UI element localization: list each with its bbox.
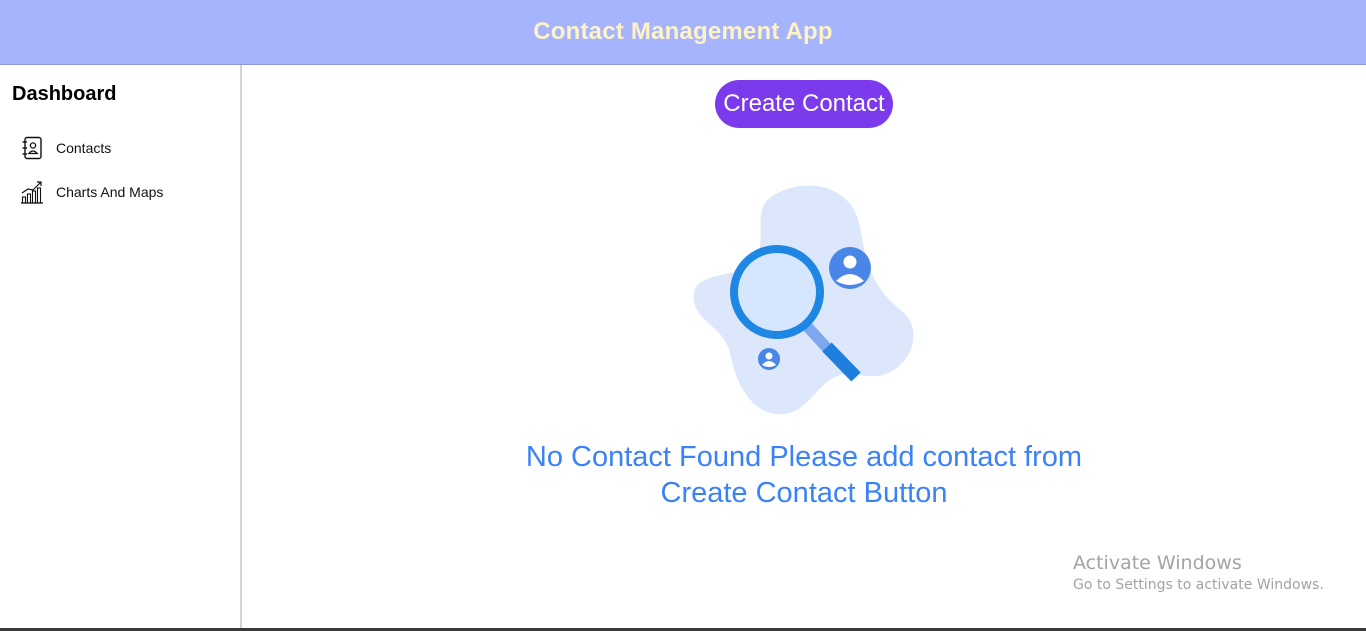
sidebar-item-label: Contacts — [56, 140, 112, 156]
main-content: Create Contact No Contact Found Please a… — [242, 65, 1366, 631]
create-contact-button[interactable]: Create Contact — [715, 80, 893, 128]
bar-chart-trend-icon — [20, 180, 44, 204]
sidebar-title: Dashboard — [12, 83, 117, 105]
sidebar-item-contacts[interactable]: Contacts — [20, 135, 111, 161]
empty-message-line1: No Contact Found Please add contact from — [525, 441, 1083, 473]
watermark-subtitle: Go to Settings to activate Windows. — [1073, 577, 1324, 593]
sidebar-item-label: Charts And Maps — [56, 184, 164, 200]
empty-message-line2: Create Contact Button — [660, 477, 948, 509]
sidebar: Dashboard Contacts Charts And Maps — [0, 65, 242, 631]
watermark-title: Activate Windows — [1073, 552, 1242, 574]
activate-windows-watermark: Activate Windows Go to Settings to activ… — [1073, 552, 1324, 593]
empty-state-message: No Contact Found Please add contact from… — [504, 439, 1104, 511]
search-contact-illustration-icon — [692, 185, 922, 417]
app-title: Contact Management App — [533, 18, 833, 45]
app-header: Contact Management App — [0, 0, 1366, 65]
contacts-book-icon — [20, 136, 44, 160]
sidebar-item-charts-and-maps[interactable]: Charts And Maps — [20, 179, 163, 205]
